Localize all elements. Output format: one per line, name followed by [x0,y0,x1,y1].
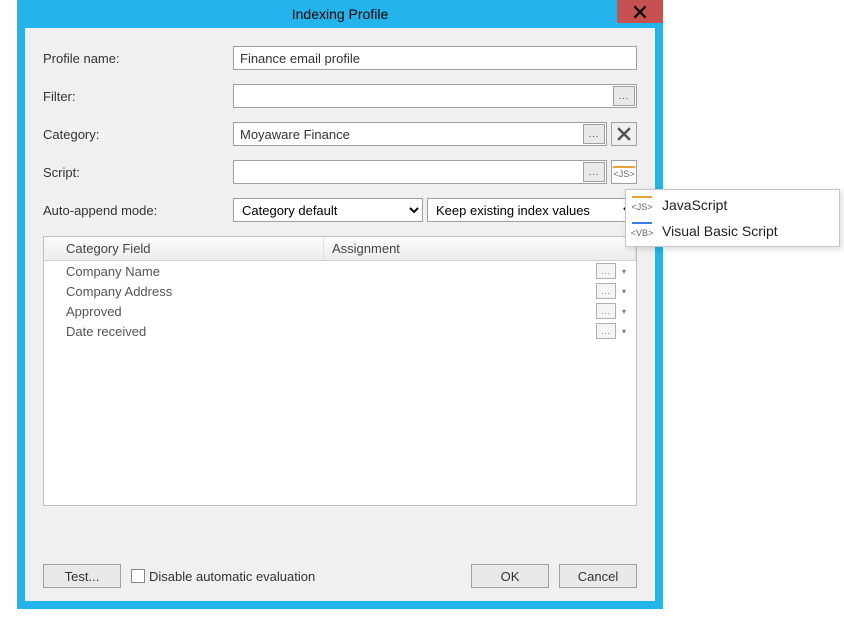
ellipsis-icon: ... [601,267,611,276]
ellipsis-icon: ... [601,327,611,336]
row-filter: Filter: ... [43,84,637,108]
js-icon: <JS> [632,196,652,214]
row-profile-name: Profile name: [43,46,637,70]
cell-field-name: Company Name [44,264,324,279]
menu-item-label: Visual Basic Script [662,223,778,239]
chevron-down-icon: ▾ [622,287,626,296]
menu-item-label: JavaScript [662,197,727,213]
category-browse-button[interactable]: ... [583,124,605,144]
cancel-button[interactable]: Cancel [559,564,637,588]
script-browse-button[interactable]: ... [583,162,605,182]
x-icon [617,127,631,141]
js-icon: <JS> [613,166,634,179]
chevron-down-icon: ▾ [622,267,626,276]
dialog-client-area: Profile name: Filter: ... Category: [25,28,655,601]
chevron-down-icon: ▾ [622,327,626,336]
filter-input[interactable] [233,84,637,108]
row-auto-append: Auto-append mode: Category default Keep … [43,198,637,222]
table-row[interactable]: Company Address ... ▾ [44,281,636,301]
table-body: Company Name ... ▾ Company Address ... ▾… [44,261,636,341]
dialog-footer: Test... Disable automatic evaluation OK … [43,563,637,589]
disable-auto-checkbox[interactable] [131,569,145,583]
ellipsis-icon: ... [589,167,600,177]
assignment-dropdown-button[interactable]: ▾ [618,323,630,339]
indexing-profile-dialog: Indexing Profile Profile name: Filter: .… [17,0,663,609]
category-clear-button[interactable] [611,122,637,146]
close-button[interactable] [617,0,663,23]
assignment-browse-button[interactable]: ... [596,323,616,339]
assignment-browse-button[interactable]: ... [596,283,616,299]
ellipsis-icon: ... [601,287,611,296]
table-row[interactable]: Date received ... ▾ [44,321,636,341]
filter-browse-button[interactable]: ... [613,86,635,106]
cell-field-name: Company Address [44,284,324,299]
close-icon [634,6,646,18]
title-bar[interactable]: Indexing Profile [17,0,663,28]
table-row[interactable]: Approved ... ▾ [44,301,636,321]
auto-append-label: Auto-append mode: [43,203,233,218]
test-button[interactable]: Test... [43,564,121,588]
window-title: Indexing Profile [17,6,663,22]
assignment-dropdown-button[interactable]: ▾ [618,263,630,279]
row-script: Script: ... <JS> [43,160,637,184]
disable-auto-label: Disable automatic evaluation [149,569,315,584]
profile-name-label: Profile name: [43,51,233,66]
assignment-dropdown-button[interactable]: ▾ [618,283,630,299]
filter-label: Filter: [43,89,233,104]
ellipsis-icon: ... [601,307,611,316]
keep-existing-select[interactable]: Keep existing index values [427,198,637,222]
cell-field-name: Date received [44,324,324,339]
row-category: Category: ... [43,122,637,146]
script-language-menu: <JS> JavaScript <VB> Visual Basic Script [625,189,840,247]
assignment-browse-button[interactable]: ... [596,263,616,279]
category-input[interactable] [233,122,607,146]
script-language-button[interactable]: <JS> [611,160,637,184]
cell-field-name: Approved [44,304,324,319]
disable-auto-checkbox-wrap[interactable]: Disable automatic evaluation [131,569,315,584]
assignment-dropdown-button[interactable]: ▾ [618,303,630,319]
vb-icon: <VB> [632,222,652,240]
menu-item-vbscript[interactable]: <VB> Visual Basic Script [628,218,837,244]
profile-name-input[interactable] [233,46,637,70]
category-label: Category: [43,127,233,142]
script-label: Script: [43,165,233,180]
table-header: Category Field Assignment [44,237,636,261]
menu-item-javascript[interactable]: <JS> JavaScript [628,192,837,218]
ok-button[interactable]: OK [471,564,549,588]
header-category-field[interactable]: Category Field [44,237,324,260]
ellipsis-icon: ... [589,129,600,139]
ellipsis-icon: ... [619,91,630,101]
header-assignment[interactable]: Assignment [324,237,636,260]
assignment-browse-button[interactable]: ... [596,303,616,319]
chevron-down-icon: ▾ [622,307,626,316]
script-input[interactable] [233,160,607,184]
fields-table: Category Field Assignment Company Name .… [43,236,637,506]
table-row[interactable]: Company Name ... ▾ [44,261,636,281]
auto-append-select[interactable]: Category default [233,198,423,222]
